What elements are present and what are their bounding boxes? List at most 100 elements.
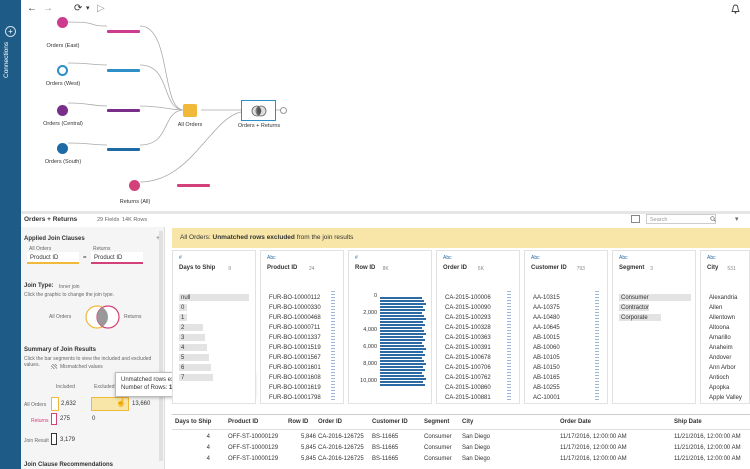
histogram-bar[interactable] (380, 381, 423, 383)
histogram-bar[interactable] (380, 330, 424, 332)
histogram-bar[interactable] (380, 327, 422, 329)
histogram-bar[interactable] (380, 297, 422, 299)
profile-card-row-id[interactable]: # Row ID 8K 0 2,000 4,000 6,000 8,000 10,000 (348, 250, 432, 404)
column-header[interactable]: Customer ID (372, 419, 408, 425)
field-name[interactable]: Order ID (443, 265, 467, 271)
field-value[interactable]: Andover (709, 355, 731, 361)
column-header[interactable]: City (462, 419, 473, 425)
chevron-down-icon[interactable]: ▾ (86, 3, 90, 15)
flow-canvas[interactable]: Orders (East) Orders (West) Orders (Cent… (21, 17, 750, 212)
histogram-bar[interactable] (380, 378, 426, 380)
profile-card-product-id[interactable]: Abc Product ID 24 FUR-BO-10000112 FUR-BO-100… (260, 250, 344, 404)
union-node[interactable] (183, 104, 197, 117)
field-value[interactable]: 5 (181, 355, 184, 361)
table-view-icon[interactable] (631, 215, 640, 223)
table-cell[interactable]: OFF-ST-10000129 (228, 445, 278, 451)
field-name[interactable]: Product ID (267, 265, 297, 271)
field-value[interactable]: null (181, 295, 190, 301)
refresh-icon[interactable]: ⟳ (74, 3, 82, 15)
profile-card-city[interactable]: Abc City 531 Alexandria Allen Allentown Altoon… (700, 250, 750, 404)
table-cell[interactable]: Consumer (424, 434, 452, 440)
field-value[interactable]: FUR-BO-10000468 (269, 315, 321, 321)
table-cell[interactable]: BS-11665 (372, 445, 398, 451)
field-value[interactable]: FUR-BO-10001601 (269, 365, 321, 371)
back-icon[interactable]: ← (27, 3, 37, 15)
table-cell[interactable]: OFF-ST-10000129 (228, 434, 278, 440)
histogram-bar[interactable] (380, 351, 423, 353)
table-cell[interactable]: BS-11665 (372, 456, 398, 462)
bell-icon[interactable] (731, 4, 740, 14)
field-value[interactable]: CA-2015-100678 (445, 355, 491, 361)
field-value[interactable]: AB-10105 (533, 355, 560, 361)
column-header[interactable]: Order ID (318, 419, 342, 425)
field-value[interactable]: FUR-BO-10001608 (269, 375, 321, 381)
field-value[interactable]: AB-10255 (533, 385, 560, 391)
join-result-bar[interactable] (51, 433, 57, 445)
table-cell[interactable]: San Diego (462, 434, 490, 440)
field-name[interactable]: Customer ID (531, 265, 567, 271)
histogram-bar[interactable] (380, 357, 422, 359)
histogram-bar[interactable] (380, 375, 424, 377)
field-value[interactable]: AA-10480 (533, 315, 560, 321)
field-value[interactable]: 3 (181, 335, 184, 341)
field-value[interactable]: 7 (181, 375, 184, 381)
histogram-bar[interactable] (380, 366, 423, 368)
table-cell[interactable]: CA-2016-126725 (318, 445, 364, 451)
table-cell[interactable]: San Diego (462, 456, 490, 462)
table-cell[interactable]: 11/17/2016, 12:00:00 AM (560, 445, 627, 451)
field-value[interactable]: 1 (181, 315, 184, 321)
field-value[interactable]: CA-2015-100391 (445, 345, 491, 351)
field-value[interactable]: FUR-BO-10000112 (269, 295, 320, 301)
field-value[interactable]: FUR-BO-10001337 (269, 335, 321, 341)
field-value[interactable]: CA-2015-100293 (445, 315, 491, 321)
histogram-bar[interactable] (380, 312, 422, 314)
histogram-bar[interactable] (380, 369, 425, 371)
field-value[interactable]: Contractor (621, 305, 649, 311)
field-value[interactable]: Allen (709, 305, 722, 311)
search-icon[interactable] (710, 216, 716, 222)
field-value[interactable]: Consumer (621, 295, 649, 301)
field-value[interactable]: 0 (181, 305, 184, 311)
field-value[interactable]: 2 (181, 325, 184, 331)
profile-card-order-id[interactable]: Abc Order ID 5K CA-2015-100006 CA-2015-10009… (436, 250, 520, 404)
field-value[interactable]: Anaheim (709, 345, 733, 351)
field-value[interactable]: FUR-BO-10001567 (269, 355, 321, 361)
histogram-bar[interactable] (380, 324, 425, 326)
returns-all-node[interactable] (129, 180, 140, 191)
table-cell[interactable]: 5,845 (290, 445, 316, 451)
profile-card-segment[interactable]: Abc Segment 3 Consumer Contractor Corporate (612, 250, 696, 404)
field-value[interactable]: CA-2015-100328 (445, 325, 491, 331)
clean-step-east[interactable] (107, 30, 140, 33)
table-cell[interactable]: 5,845 (290, 456, 316, 462)
field-value[interactable]: 6 (181, 365, 184, 371)
orders-central-node[interactable] (57, 105, 68, 116)
histogram-bar[interactable] (380, 348, 426, 350)
returns-included-bar[interactable] (51, 413, 57, 425)
table-cell[interactable]: 11/21/2016, 12:00:00 AM (674, 445, 741, 451)
histogram-bar[interactable] (380, 354, 425, 356)
add-step-icon[interactable] (280, 107, 287, 114)
field-value[interactable]: AB-10060 (533, 345, 560, 351)
histogram-bar[interactable] (380, 306, 423, 308)
histogram-bar[interactable] (380, 372, 422, 374)
all-orders-included-bar[interactable] (51, 397, 59, 411)
field-value[interactable]: AA-10375 (533, 305, 560, 311)
histogram-bar[interactable] (380, 318, 426, 320)
field-value[interactable]: FUR-BO-10001619 (269, 385, 321, 391)
histogram-bar[interactable] (380, 303, 426, 305)
field-value[interactable]: Alexandria (709, 295, 737, 301)
connections-label[interactable]: Connections (3, 42, 17, 112)
field-value[interactable]: Apple Valley (709, 395, 742, 401)
profile-card-customer-id[interactable]: Abc Customer ID 793 AA-10315 AA-10375 AA-1048… (524, 250, 608, 404)
histogram-bar[interactable] (380, 360, 424, 362)
histogram-bar[interactable] (380, 315, 424, 317)
field-value[interactable]: CA-2015-100860 (445, 385, 491, 391)
field-value[interactable]: CA-2015-100762 (445, 375, 491, 381)
field-value[interactable]: CA-2015-100006 (445, 295, 491, 301)
profile-card-days-to-ship[interactable]: # Days to Ship 9 null 0 1 2 3 4 5 6 7 (172, 250, 256, 404)
table-cell[interactable]: 5,846 (290, 434, 316, 440)
table-cell[interactable]: 4 (172, 456, 210, 462)
table-cell[interactable]: 11/21/2016, 12:00:00 AM (674, 456, 741, 462)
table-cell[interactable]: BS-11665 (372, 434, 398, 440)
clean-step-south[interactable] (107, 148, 140, 151)
